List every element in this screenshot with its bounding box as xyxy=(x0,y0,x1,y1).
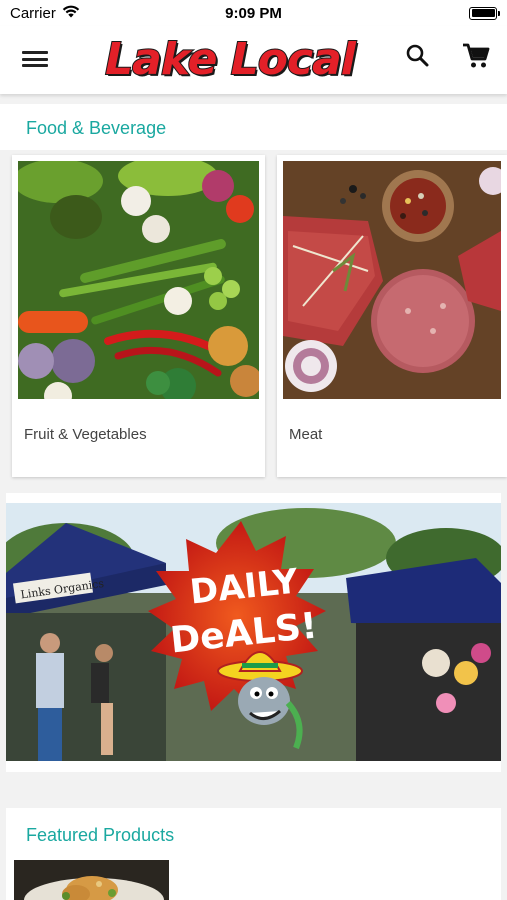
battery-icon xyxy=(469,6,500,20)
app-logo[interactable]: Lake Local xyxy=(90,30,370,88)
daily-deals-image: Links Organics DAILY DeALS! xyxy=(6,503,501,761)
category-label: Meat xyxy=(289,426,323,443)
category-label: Fruit & Vegetables xyxy=(24,426,147,443)
featured-product-thumbnail[interactable] xyxy=(14,860,169,900)
food-section-header: Food & Beverage xyxy=(0,104,507,150)
section-title-featured: Featured Products xyxy=(26,825,175,845)
hamburger-icon-line xyxy=(22,57,48,61)
status-bar: Carrier 9:09 PM xyxy=(0,0,507,26)
menu-button[interactable] xyxy=(22,48,48,70)
search-icon xyxy=(406,44,429,67)
featured-products-section: Featured Products xyxy=(6,808,501,900)
section-title-food: Food & Beverage xyxy=(26,118,167,138)
logo-text: Lake Local xyxy=(104,33,357,86)
wifi-icon xyxy=(62,5,80,22)
status-left: Carrier xyxy=(10,5,80,22)
nav-bar: Lake Local xyxy=(0,26,507,94)
search-button[interactable] xyxy=(404,42,432,70)
daily-deals-banner[interactable]: Links Organics DAILY DeALS! xyxy=(6,493,501,772)
cart-button[interactable] xyxy=(461,42,491,70)
hamburger-icon-line xyxy=(22,64,48,67)
hamburger-icon-line xyxy=(22,51,48,54)
fruit-vegetables-image xyxy=(18,161,259,399)
category-card-fruit-vegetables[interactable]: Fruit & Vegetables xyxy=(12,155,265,477)
cart-icon xyxy=(463,43,490,68)
carrier-label: Carrier xyxy=(10,4,56,22)
category-card-meat[interactable]: Meat xyxy=(277,155,507,477)
meat-image xyxy=(283,161,501,399)
